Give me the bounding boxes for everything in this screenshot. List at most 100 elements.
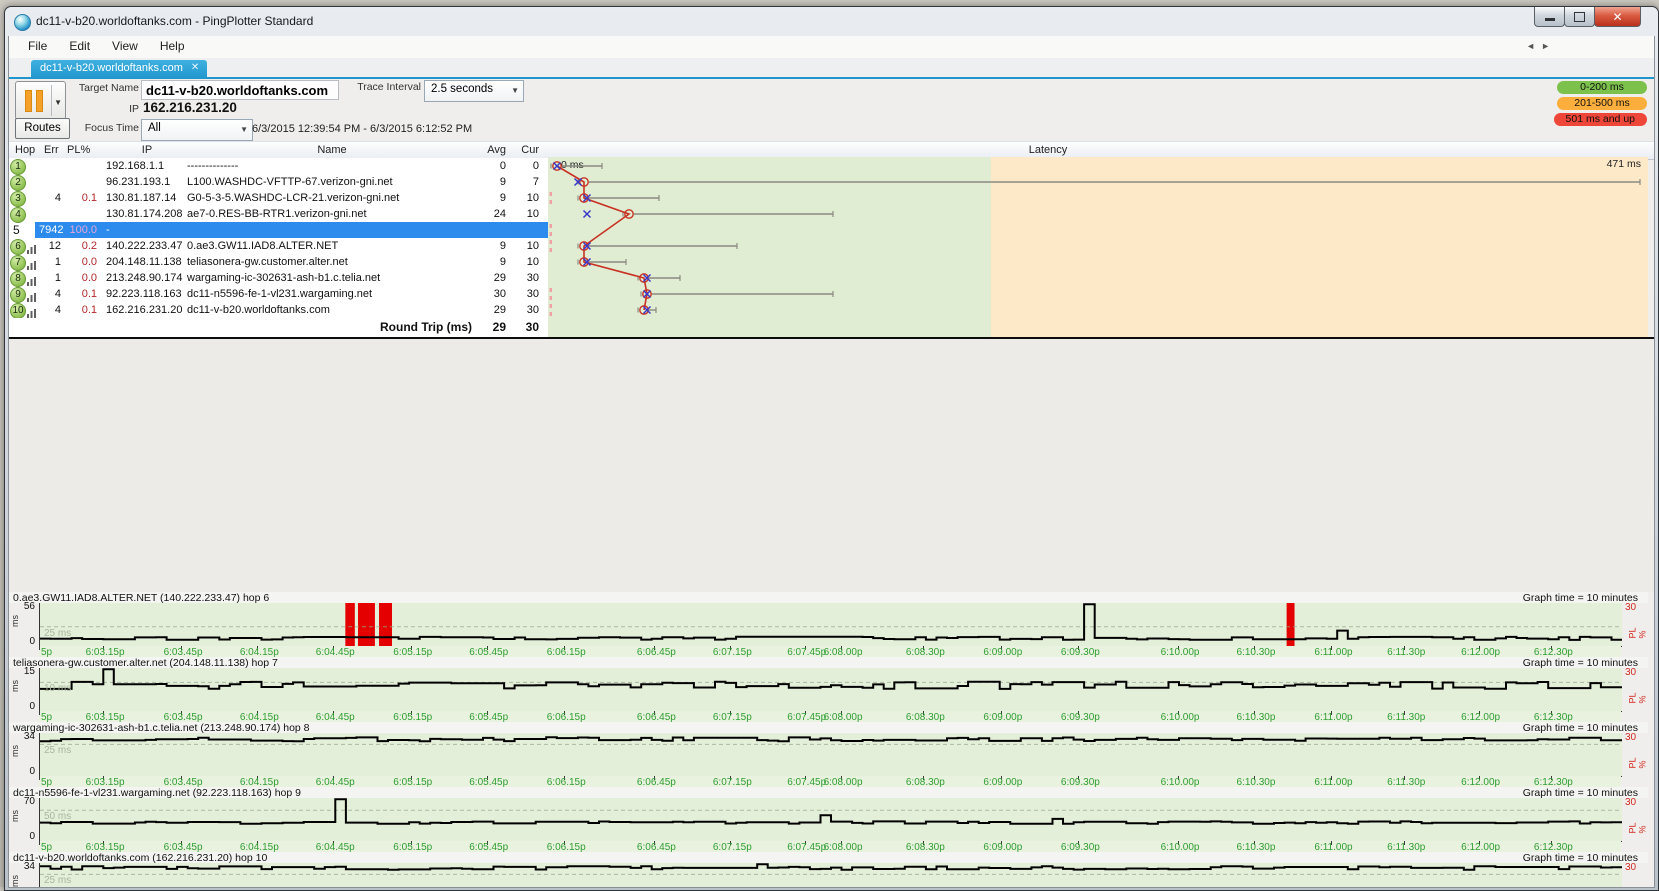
y-axis-unit: ms xyxy=(10,745,20,757)
table-row-hop-3[interactable]: 3 4 0.1 130.81.187.14 G0-5-3-5.WASHDC-LCR-21… xyxy=(9,190,548,207)
focus-time-select[interactable]: All ▼ xyxy=(141,119,253,141)
col-err[interactable]: Err xyxy=(44,144,59,156)
tab-target[interactable]: dc11-v-b20.worldoftanks.com ✕ xyxy=(31,60,208,79)
table-row-hop-8[interactable]: 8 1 0.0 213.248.90.174 wargaming-ic-302631-a… xyxy=(9,270,548,287)
menu-item-view[interactable]: View xyxy=(101,36,149,58)
table-row-hop-4[interactable]: 4 130.81.174.208 ae7-0.RES-BB-RTR1.verizon… xyxy=(9,206,548,223)
avg-latency: 9 xyxy=(499,192,506,204)
table-row-hop-1[interactable]: 1 192.168.1.1 -------------- 0 0 xyxy=(9,158,548,175)
pl-axis-label: PL % xyxy=(1627,757,1648,769)
nav-forward-icon[interactable]: ► xyxy=(1541,41,1556,51)
packet-loss-pct xyxy=(65,158,97,174)
midline-label: 10 ms xyxy=(44,683,72,695)
hop-ip: 213.248.90.174 xyxy=(106,272,183,284)
title-bar[interactable]: dc11-v-b20.worldoftanks.com - PingPlotte… xyxy=(8,7,1655,36)
err-count: 4 xyxy=(54,192,61,204)
time-axis: 5p 6:03.15p 6:03.45p 6:04.15p 6:04.45p 6:05.1… xyxy=(39,776,1621,788)
y-axis-max: 15 xyxy=(23,666,35,677)
avg-latency: 29 xyxy=(493,272,506,284)
history-nav-arrows[interactable]: ◄► xyxy=(1526,41,1556,51)
packet-loss-pct: 0.1 xyxy=(81,192,97,204)
routes-button[interactable]: Routes xyxy=(15,118,70,139)
hop-number-badge: 4 xyxy=(10,207,26,223)
close-icon: ✕ xyxy=(1612,9,1623,24)
err-count: 7942 xyxy=(39,224,64,236)
time-axis: 5p 6:03.15p 6:03.45p 6:04.15p 6:04.45p 6:05.1… xyxy=(39,646,1621,658)
nav-back-icon[interactable]: ◄ xyxy=(1526,41,1541,51)
hop-9-timeline-panel[interactable]: dc11-n5596-fe-1-vl231.wargaming.net (92.… xyxy=(9,787,1648,853)
target-name-input[interactable] xyxy=(141,80,339,100)
hop-ip: 192.168.1.1 xyxy=(106,160,165,172)
pause-icon xyxy=(25,90,43,112)
graph-plot-area[interactable]: 25 ms xyxy=(39,733,1622,777)
graph-plot-area[interactable]: 10 ms xyxy=(39,668,1622,712)
hop-ip: 92.223.118.163 xyxy=(106,288,182,300)
hop-7-timeline-panel[interactable]: teliasonera-gw.customer.alter.net (204.1… xyxy=(9,657,1648,723)
y-axis-max: 70 xyxy=(23,796,35,807)
packet-loss-pct: 100.0 xyxy=(69,224,97,236)
trace-interval-select[interactable]: 2.5 seconds ▼ xyxy=(424,80,524,102)
cur-latency: 30 xyxy=(526,272,539,284)
empty-area xyxy=(9,339,1654,592)
pl-axis-max: 30 xyxy=(1625,667,1637,678)
menu-bar: File Edit View Help ◄► xyxy=(9,36,1654,59)
graph-header: wargaming-ic-302631-ash-b1.c.telia.net (… xyxy=(9,722,1648,734)
chevron-down-icon: ▼ xyxy=(511,86,519,95)
col-avg[interactable]: Avg xyxy=(449,144,506,156)
time-tick xyxy=(39,711,40,715)
window-title: dc11-v-b20.worldoftanks.com - PingPlotte… xyxy=(36,14,314,28)
menu-item-edit[interactable]: Edit xyxy=(58,36,101,58)
col-latency[interactable]: Latency xyxy=(548,144,1548,156)
table-row-hop-10[interactable]: 10 4 0.1 162.216.231.20 dc11-v-b20.worldofta… xyxy=(9,302,548,319)
target-name-label: Target Name xyxy=(78,82,139,94)
graph-plot-area[interactable]: 25 ms xyxy=(39,863,1622,887)
table-row-hop-6[interactable]: 6 12 0.2 140.222.233.47 0.ae3.GW11.IAD8.ALTE… xyxy=(9,238,548,255)
hop-number-badge: 1 xyxy=(10,159,26,175)
minimize-button[interactable] xyxy=(1534,7,1565,27)
col-name[interactable]: Name xyxy=(187,144,477,156)
packet-loss-pct xyxy=(65,206,97,222)
cur-latency: 7 xyxy=(532,176,539,188)
table-row-hop-7[interactable]: 7 1 0.0 204.148.11.138 teliasonera-gw.custom… xyxy=(9,254,548,271)
y-axis-min: 0 xyxy=(29,831,35,842)
time-axis: 5p 6:03.15p 6:03.45p 6:04.15p 6:04.45p 6:05.1… xyxy=(39,711,1621,723)
cur-latency: 30 xyxy=(526,288,539,300)
packet-loss-pct: 0.2 xyxy=(81,240,97,252)
menu-item-help[interactable]: Help xyxy=(149,36,196,58)
hop-8-timeline-panel[interactable]: wargaming-ic-302631-ash-b1.c.telia.net (… xyxy=(9,722,1648,788)
hop-name: -------------- xyxy=(187,160,239,172)
col-pl[interactable]: PL% xyxy=(67,144,90,156)
legend-pill: 501 ms and up xyxy=(1553,113,1647,126)
latency-trace-graph[interactable] xyxy=(548,157,1648,337)
pl-axis-label: PL % xyxy=(1627,822,1648,834)
midline-label: 25 ms xyxy=(44,875,72,887)
col-ip[interactable]: IP xyxy=(106,144,188,156)
table-row-hop-9[interactable]: 9 4 0.1 92.223.118.163 dc11-n5596-fe-1-vl231… xyxy=(9,286,548,303)
close-button[interactable]: ✕ xyxy=(1594,7,1641,27)
avg-latency: 9 xyxy=(499,240,506,252)
focus-time-label: Focus Time xyxy=(84,122,139,134)
tab-close-icon[interactable]: ✕ xyxy=(191,62,199,79)
err-count: 4 xyxy=(54,288,61,300)
err-count: 12 xyxy=(48,240,61,252)
graph-plot-area[interactable]: 50 ms xyxy=(39,798,1622,842)
avg-latency: 9 xyxy=(499,256,506,268)
col-hop[interactable]: Hop xyxy=(15,144,35,156)
cur-latency: 10 xyxy=(526,240,539,252)
hop-10-timeline-panel[interactable]: dc11-v-b20.worldoftanks.com (162.216.231… xyxy=(9,852,1648,887)
hop-6-timeline-panel[interactable]: 0.ae3.GW11.IAD8.ALTER.NET (140.222.233.4… xyxy=(9,592,1648,658)
err-count xyxy=(39,174,61,190)
hop-ip: 140.222.233.47 xyxy=(106,240,183,252)
menu-item-file[interactable]: File xyxy=(17,36,58,58)
table-row-hop-2[interactable]: 2 96.231.193.1 L100.WASHDC-VFTTP-67.verizo… xyxy=(9,174,548,191)
pause-dropdown-icon[interactable]: ▼ xyxy=(54,98,62,107)
round-trip-row: Round Trip (ms) 29 30 xyxy=(9,318,548,336)
window-body: File Edit View Help ◄► dc11-v-b20.worldofta… xyxy=(8,36,1655,888)
col-cur[interactable]: Cur xyxy=(509,144,539,156)
maximize-button[interactable] xyxy=(1564,7,1595,27)
hop-number-badge: 6 xyxy=(10,239,26,255)
table-row-hop-5[interactable]: 5 7942 100.0- xyxy=(9,222,548,238)
hop-number-badge: 9 xyxy=(10,287,26,303)
err-count: 1 xyxy=(54,272,61,284)
graph-plot-area[interactable]: 25 ms xyxy=(39,603,1622,647)
